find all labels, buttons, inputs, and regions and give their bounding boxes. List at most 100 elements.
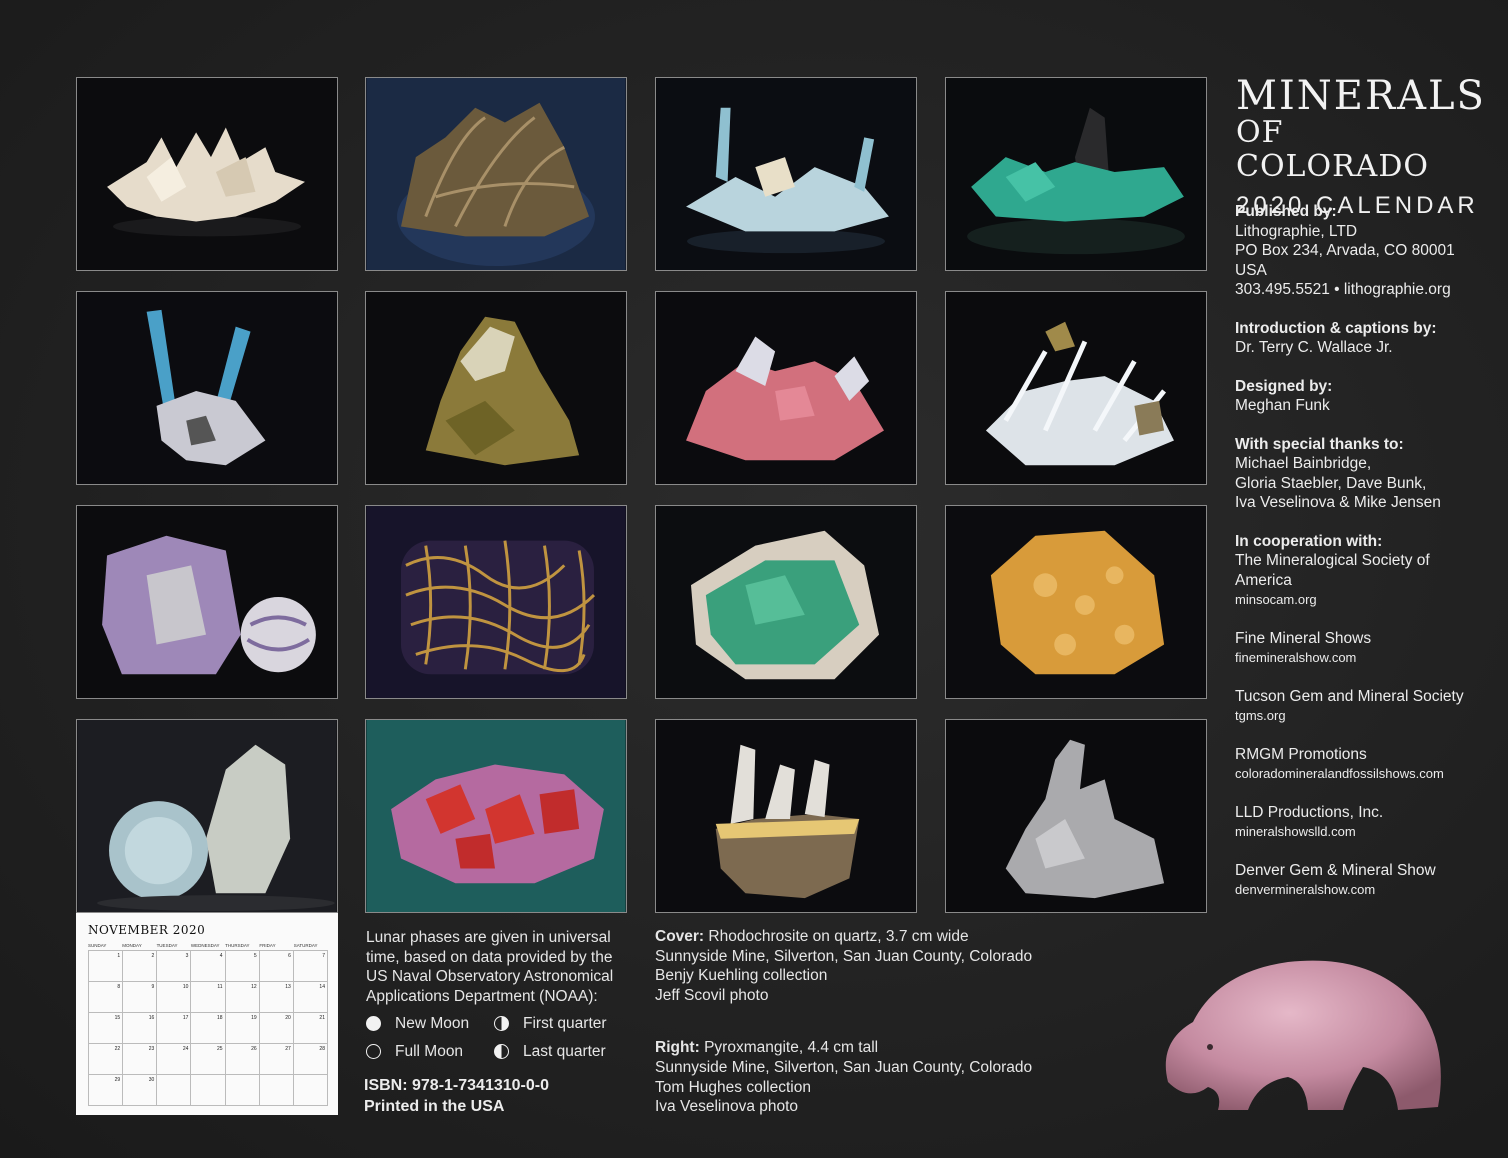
calendar-day-cell: 7: [293, 951, 328, 982]
calendar-day-cell: 13: [259, 982, 294, 1013]
mineral-photo-white-cluster: [76, 77, 338, 271]
last-quarter-label: Last quarter: [523, 1042, 606, 1060]
phase-first-quarter: First quarter: [494, 1014, 622, 1034]
weekday-label: SATURDAY: [293, 943, 318, 948]
thanks-block: With special thanks to: Michael Bainbrid…: [1235, 435, 1495, 513]
org-entry: Fine Mineral Shows finemineralshow.com: [1235, 629, 1495, 668]
calendar-day-cell: 9: [123, 982, 158, 1013]
calendar-day-cell: [191, 1075, 226, 1106]
right-description: Pyroxmangite, 4.4 cm tall: [704, 1039, 879, 1057]
org-url[interactable]: denvermineralshow.com: [1235, 880, 1495, 900]
org-url[interactable]: tgms.org: [1235, 706, 1495, 726]
org-name: RMGM Promotions: [1235, 745, 1367, 763]
cooperation-line: America: [1235, 571, 1292, 589]
mineral-photo-gray-stalactite: [945, 719, 1207, 913]
mineral-photo-quartz-sphere: [76, 719, 338, 913]
org-url[interactable]: coloradomineralandfossilshows.com: [1235, 764, 1495, 784]
introduction-heading: Introduction & captions by:: [1235, 319, 1437, 337]
mineral-photo-aquamarine-cluster: [655, 77, 917, 271]
isbn-block: ISBN: 978-1-7341310-0-0 Printed in the U…: [364, 1075, 549, 1117]
org-entry: Tucson Gem and Mineral Society tgms.org: [1235, 687, 1495, 726]
mineral-photo-green-fluorite: [655, 505, 917, 699]
calendar-day-cell: 6: [259, 951, 294, 982]
org-name: Tucson Gem and Mineral Society: [1235, 687, 1464, 705]
calendar-day-cell: 29: [89, 1075, 124, 1106]
calendar-day-cell: 4: [191, 951, 226, 982]
org-url[interactable]: finemineralshow.com: [1235, 648, 1495, 668]
calendar-month: NOVEMBER: [88, 923, 169, 937]
photo-captions: Cover: Rhodochrosite on quartz, 3.7 cm w…: [655, 927, 1055, 1117]
calendar-day-cell: 14: [293, 982, 328, 1013]
calendar-year: 2020: [172, 923, 206, 937]
right-label: Right:: [655, 1039, 700, 1057]
credits-panel: Published by: Lithographie, LTD PO Box 2…: [1235, 202, 1495, 919]
title-minerals: MINERALS: [1236, 73, 1486, 119]
org-name: Fine Mineral Shows: [1235, 629, 1372, 647]
full-moon-icon: [366, 1043, 381, 1059]
title-of-colorado: OF COLORADO: [1236, 115, 1429, 184]
calendar-day-cell: 20: [259, 1013, 294, 1044]
mineral-photo-rhodochrosite-quartz: [655, 291, 917, 485]
first-quarter-label: First quarter: [523, 1015, 607, 1032]
calendar-day-cell: 30: [123, 1075, 158, 1106]
calendar-day-cell: 24: [157, 1044, 192, 1075]
right-caption-line: Iva Veselinova photo: [655, 1098, 799, 1116]
publisher-contact: 303.495.5521 • lithographie.org: [1235, 281, 1451, 298]
mineral-photo-fluorite-slab: [76, 505, 338, 699]
cover-caption-line: Sunnyside Mine, Silverton, San Juan Coun…: [655, 947, 1033, 965]
mineral-photo-quartz-points: [655, 719, 917, 913]
weekday-label: MONDAY: [122, 943, 142, 948]
thanks-line: Michael Bainbridge,: [1235, 455, 1372, 472]
cover-label: Cover:: [655, 928, 705, 945]
phase-row: New Moon First quarter: [366, 1014, 626, 1034]
mineral-photo-aquamarine-crystals: [76, 291, 338, 485]
phase-last-quarter: Last quarter: [494, 1042, 622, 1062]
right-caption-line: Sunnyside Mine, Silverton, San Juan Coun…: [655, 1058, 1033, 1076]
org-name: Denver Gem & Mineral Show: [1235, 861, 1436, 879]
mineral-photo-quartz-pyrite: [945, 291, 1207, 485]
weekday-label: WEDNESDAY: [190, 943, 220, 948]
mineral-photo-amazonite-smoky: [945, 77, 1207, 271]
cooperation-block: In cooperation with: The Mineralogical S…: [1235, 532, 1495, 610]
mineral-photo-orange-cluster: [945, 505, 1207, 699]
cover-caption-line: Jeff Scovil photo: [655, 986, 769, 1004]
published-by-heading: Published by:: [1235, 203, 1337, 220]
calendar-day-cell: 12: [225, 982, 260, 1013]
cooperation-heading: In cooperation with:: [1235, 532, 1383, 550]
isbn-number: ISBN: 978-1-7341310-0-0: [364, 1077, 549, 1094]
calendar-month-title: NOVEMBER 2020: [88, 923, 328, 937]
calendar-day-cell: 28: [293, 1044, 328, 1075]
designer-name: Meghan Funk: [1235, 397, 1330, 414]
calendar-day-cell: [157, 1075, 192, 1106]
calendar-day-cell: 26: [225, 1044, 260, 1075]
weekday-label: THURSDAY: [225, 943, 250, 948]
thanks-line: Gloria Staebler, Dave Bunk,: [1235, 474, 1427, 492]
cooperation-url[interactable]: minsocam.org: [1235, 590, 1495, 610]
right-caption-title: Right: Pyroxmangite, 4.4 cm tall: [655, 1038, 1055, 1058]
weekday-label: TUESDAY: [156, 943, 178, 948]
mineral-photo-wire-gold: [365, 505, 627, 699]
calendar-day-cell: 11: [191, 982, 226, 1013]
lunar-description: Lunar phases are given in universal time…: [366, 929, 614, 1005]
cooperation-line: The Mineralogical Society of: [1235, 552, 1430, 569]
calendar-day-cell: 1: [89, 951, 124, 982]
phase-new-moon: New Moon: [366, 1014, 494, 1034]
calendar-day-cell: 3: [157, 951, 192, 982]
calendar-day-cell: [293, 1075, 328, 1106]
calendar-day-grid: 1 2 3 4 5 6 7 8 9 10 11 12 13 14 15 16 17 18 19 20 21 22 23 24 2…: [88, 950, 328, 1106]
cover-description: Rhodochrosite on quartz, 3.7 cm wide: [708, 928, 969, 945]
calendar-day-cell: 18: [191, 1013, 226, 1044]
designed-by-heading: Designed by:: [1235, 377, 1333, 395]
calendar-day-cell: [225, 1075, 260, 1106]
org-url[interactable]: mineralshowslld.com: [1235, 822, 1495, 842]
new-moon-icon: [366, 1016, 381, 1032]
thanks-line: Iva Veselinova & Mike Jensen: [1235, 494, 1441, 511]
calendar-day-cell: 19: [225, 1013, 260, 1044]
weekday-label: SUNDAY: [88, 943, 107, 948]
weekday-label: FRIDAY: [259, 943, 276, 948]
org-name: LLD Productions, Inc.: [1235, 803, 1384, 821]
last-quarter-icon: [494, 1043, 509, 1059]
calendar-title: MINERALS OF COLORADO 2020 CALENDAR: [1236, 74, 1486, 220]
calendar-day-cell: 17: [157, 1013, 192, 1044]
phase-full-moon: Full Moon: [366, 1042, 494, 1062]
